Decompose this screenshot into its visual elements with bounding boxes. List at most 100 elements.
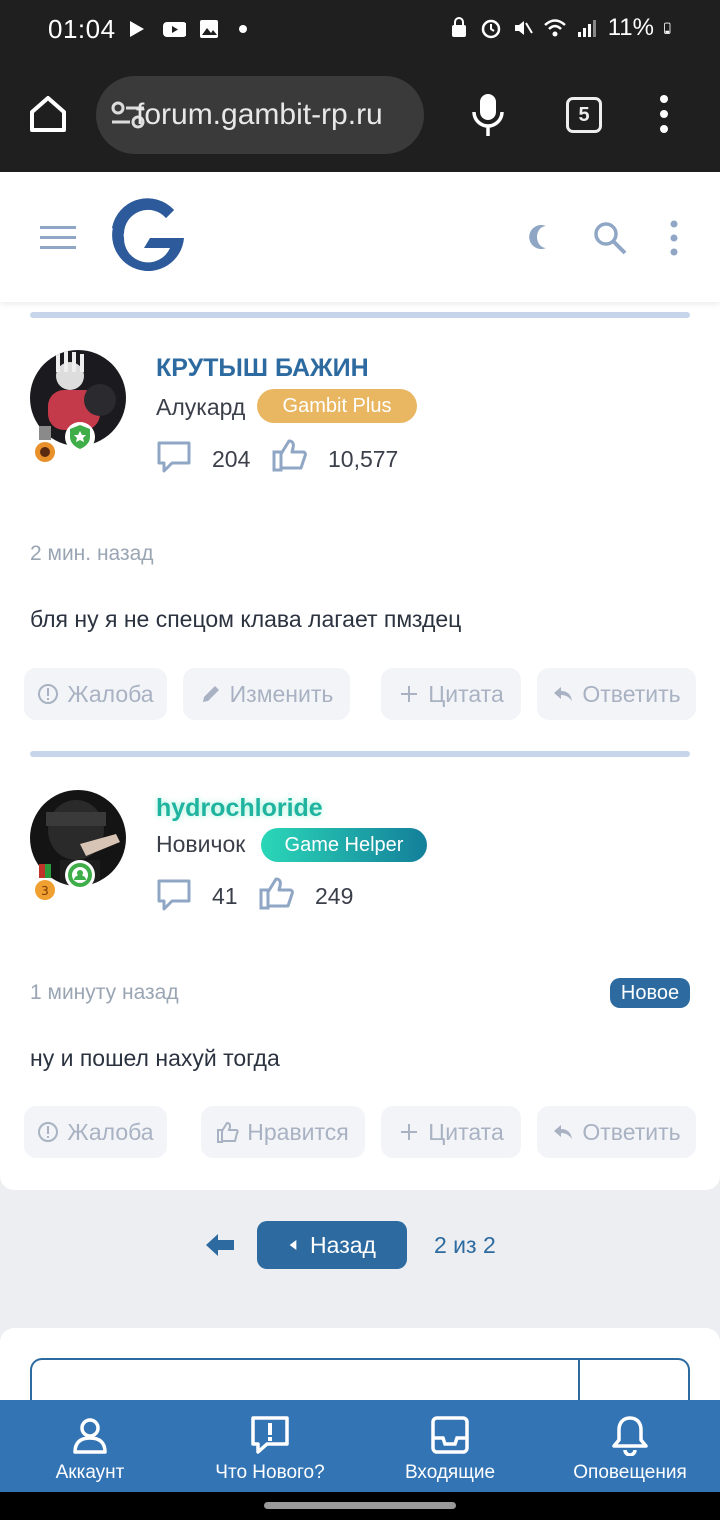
nav-account[interactable]: Аккаунт <box>0 1400 180 1492</box>
reply-button[interactable]: Ответить <box>537 1106 696 1158</box>
search-icon[interactable] <box>592 220 628 256</box>
nav-notifications-label: Оповещения <box>573 1462 687 1483</box>
wifi-icon <box>543 19 566 37</box>
url-text[interactable]: forum.gambit-rp.ru <box>136 98 383 132</box>
inbox-icon <box>431 1416 469 1454</box>
alert-circle-icon <box>38 684 59 704</box>
site-header <box>0 172 720 302</box>
quote-label: Цитата <box>428 680 504 707</box>
quote-button[interactable]: Цитата <box>381 1106 521 1158</box>
reply-editor <box>0 1328 720 1420</box>
username[interactable]: hydrochloride <box>156 794 323 823</box>
post-message: бля ну я не спецом клава лагает пмздец <box>30 606 462 632</box>
reply-icon <box>554 1125 573 1139</box>
mute-icon <box>514 21 533 35</box>
browser-menu-icon[interactable] <box>654 94 674 134</box>
gallery-icon <box>200 20 218 38</box>
browser-toolbar: forum.gambit-rp.ru 5 <box>0 60 720 172</box>
messages-count: 204 <box>212 446 251 472</box>
tab-switcher-button[interactable]: 5 <box>566 97 602 133</box>
dot-icon <box>239 25 247 33</box>
messages-icon <box>157 879 191 911</box>
edit-button[interactable]: Изменить <box>183 668 350 720</box>
plus-icon <box>401 686 418 702</box>
thumbs-up-icon <box>217 1121 239 1143</box>
youtube-icon <box>163 22 186 37</box>
post-card: КРУТЫШ БАЖИН Алукард Gambit Plus 204 10,… <box>0 302 720 758</box>
address-bar[interactable]: forum.gambit-rp.ru <box>96 76 424 154</box>
status-time: 01:04 <box>48 14 116 44</box>
alarm-icon <box>481 19 500 39</box>
post-message: ну и пошел нахуй тогда <box>30 1045 280 1071</box>
play-icon <box>130 21 144 37</box>
user-rank: Новичок <box>156 831 246 857</box>
group-badge: Gambit Plus <box>257 389 417 423</box>
page-indicator[interactable]: 2 из 2 <box>434 1232 496 1259</box>
group-badge: Game Helper <box>261 828 427 862</box>
post-timestamp[interactable]: 2 мин. назад <box>30 542 154 566</box>
first-page-arrow-icon[interactable] <box>206 1232 236 1258</box>
reply-icon <box>554 687 573 701</box>
battery-icon <box>664 22 671 34</box>
gesture-bar <box>0 1492 720 1520</box>
back-page-button[interactable]: Назад <box>257 1221 407 1269</box>
gambit-logo[interactable] <box>104 194 190 280</box>
thumbs-up-icon <box>259 877 294 910</box>
microphone-icon[interactable] <box>468 92 508 138</box>
pencil-icon <box>202 686 219 702</box>
nav-whats-new[interactable]: Что Нового? <box>180 1400 360 1492</box>
messages-icon <box>157 441 191 473</box>
reactions-count: 10,577 <box>328 446 399 472</box>
post-divider <box>30 312 690 318</box>
reply-label: Ответить <box>582 1118 681 1145</box>
home-icon[interactable] <box>26 92 70 136</box>
verified-badge-icon <box>65 422 95 452</box>
system-icons: 11% <box>448 14 676 42</box>
reply-button[interactable]: Ответить <box>537 668 696 720</box>
messages-count: 41 <box>212 883 238 909</box>
nav-whats-new-label: Что Нового? <box>215 1462 325 1483</box>
quote-label: Цитата <box>428 1118 504 1145</box>
report-button[interactable]: Жалоба <box>24 668 167 720</box>
edit-label: Изменить <box>229 680 334 707</box>
back-label: Назад <box>310 1231 376 1258</box>
post-timestamp[interactable]: 1 минуту назад <box>30 981 179 1005</box>
home-gesture-handle[interactable] <box>264 1502 456 1509</box>
report-label: Жалоба <box>67 680 154 707</box>
alert-message-icon <box>251 1416 289 1454</box>
report-label: Жалоба <box>67 1118 154 1145</box>
post-divider <box>30 751 690 757</box>
nav-inbox[interactable]: Входящие <box>360 1400 540 1492</box>
recycle-lock-icon <box>451 17 466 37</box>
reply-label: Ответить <box>582 680 681 707</box>
user-icon <box>73 1418 107 1454</box>
moon-icon[interactable] <box>526 222 556 252</box>
new-post-badge: Новое <box>610 978 690 1008</box>
svg-text:3: 3 <box>41 884 49 898</box>
nav-inbox-label: Входящие <box>404 1462 496 1483</box>
signal-icon <box>577 20 596 37</box>
like-button[interactable]: Нравится <box>201 1106 365 1158</box>
notification-icons <box>126 18 254 40</box>
quote-button[interactable]: Цитата <box>381 668 521 720</box>
user-rank: Алукард <box>156 394 246 420</box>
caret-left-icon <box>289 1240 297 1250</box>
bottom-navigation: Аккаунт Что Нового? Входящие Оповещения <box>0 1400 720 1492</box>
alert-circle-icon <box>38 1122 59 1142</box>
username[interactable]: КРУТЫШ БАЖИН <box>156 354 369 383</box>
medal-icon: 3 <box>35 864 55 900</box>
medal-icon <box>35 426 55 462</box>
user-badge-icon <box>65 860 95 890</box>
more-options-icon[interactable] <box>666 220 682 256</box>
like-label: Нравится <box>247 1118 349 1145</box>
nav-notifications[interactable]: Оповещения <box>540 1400 720 1492</box>
thumbs-up-icon <box>272 439 307 472</box>
hamburger-menu-icon[interactable] <box>40 224 76 252</box>
nav-account-label: Аккаунт <box>55 1462 125 1483</box>
reactions-count: 249 <box>315 883 354 909</box>
plus-icon <box>401 1124 418 1140</box>
report-button[interactable]: Жалоба <box>24 1106 167 1158</box>
post-card: 3 hydrochloride Новичок Game Helper 41 2… <box>0 752 720 1190</box>
bell-icon <box>612 1416 648 1456</box>
battery-percent: 11% <box>607 14 654 41</box>
